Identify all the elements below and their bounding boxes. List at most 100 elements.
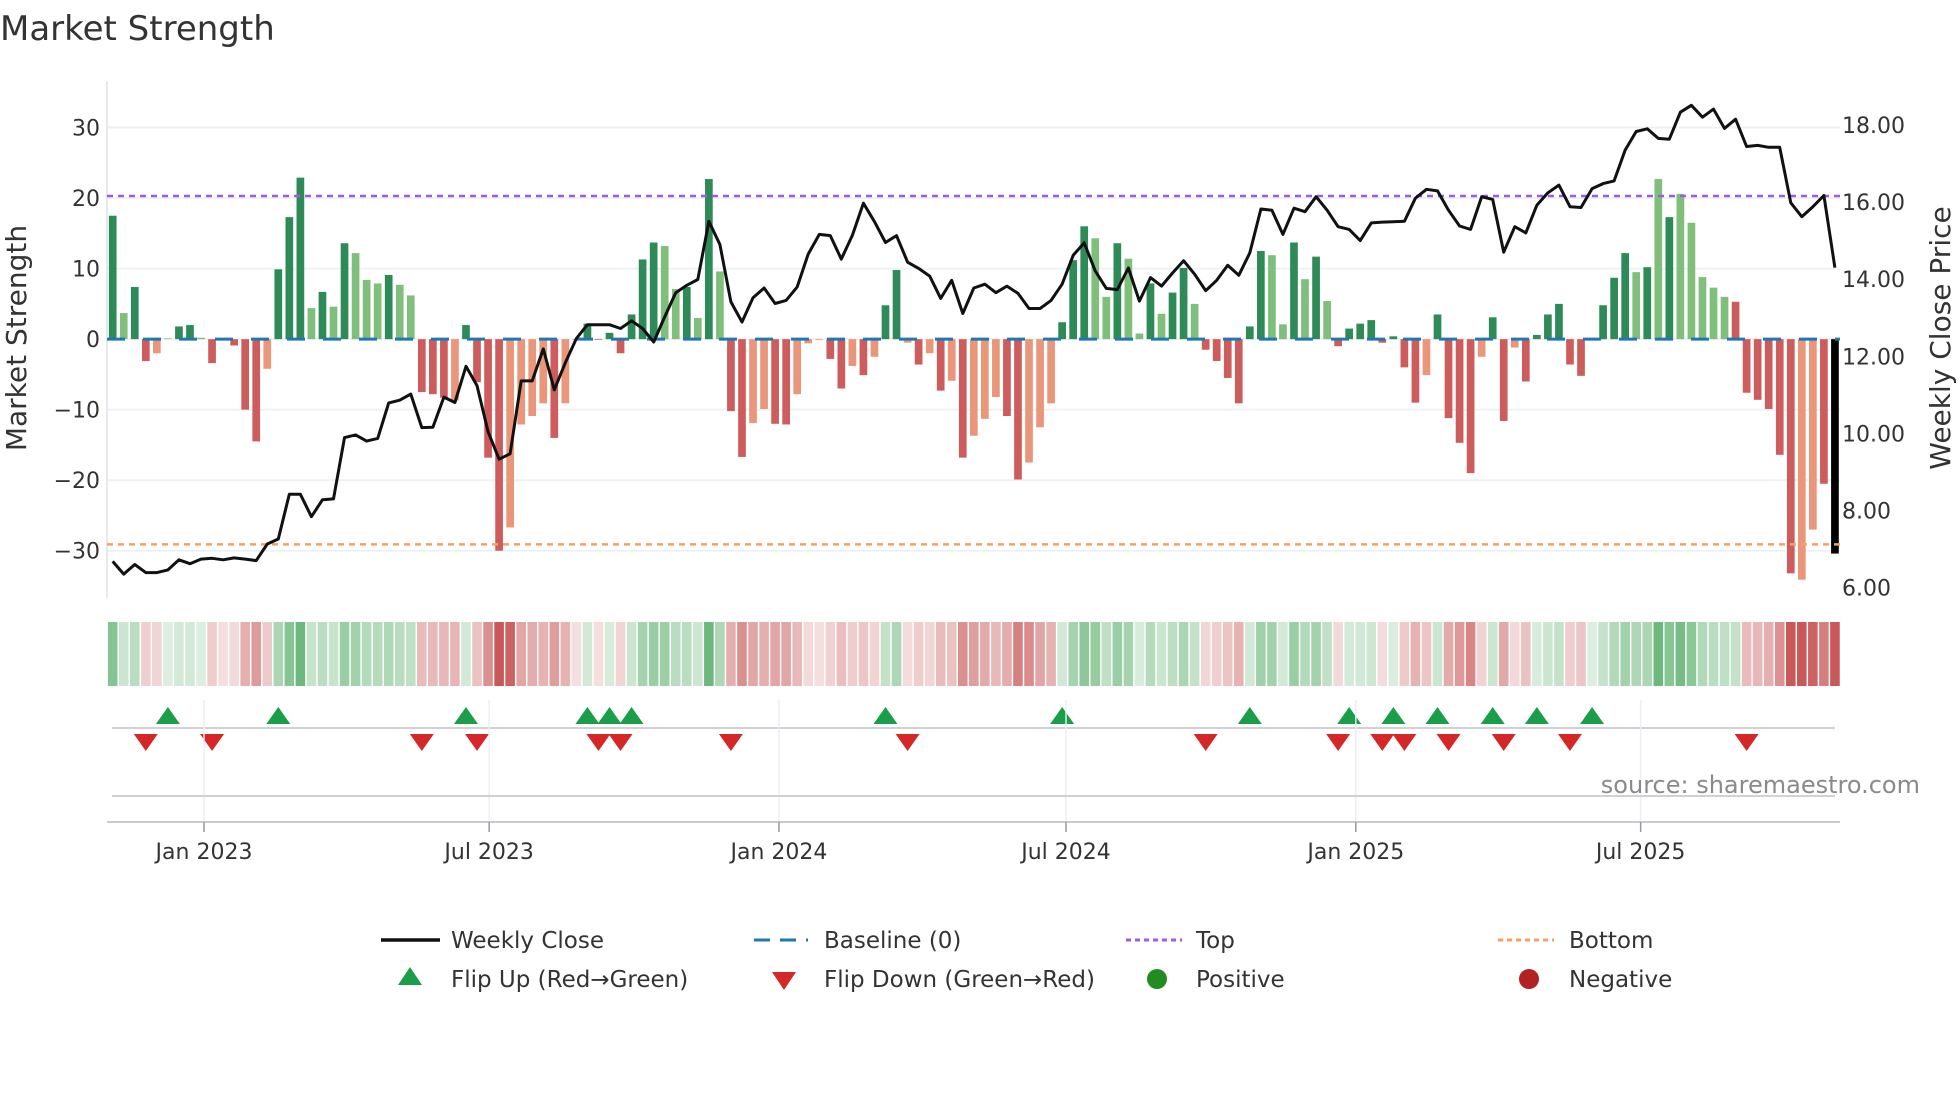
strip-cell [1322, 622, 1332, 686]
strength-bar [1091, 238, 1100, 340]
strip-cell [1090, 622, 1101, 686]
strip-cell [461, 622, 471, 686]
strip-cell [339, 622, 350, 686]
legend-label: Baseline (0) [824, 928, 961, 954]
strip-cell [129, 622, 140, 686]
strip-cell [935, 622, 946, 686]
strength-bar [1135, 333, 1144, 340]
flip-down-marker [1557, 734, 1582, 751]
strip-cell [118, 622, 129, 686]
strength-bar [440, 339, 448, 398]
strip-cell [262, 622, 273, 686]
strength-bar [1179, 267, 1188, 340]
strip-cell [792, 622, 802, 686]
strip-cell [847, 622, 858, 686]
strip-cell [1498, 622, 1509, 686]
strip-cell [1123, 622, 1134, 686]
strength-bar [594, 339, 603, 340]
x-tick-label: Jul 2025 [1594, 840, 1686, 865]
strip-cell [924, 622, 935, 686]
strip-cell [781, 622, 791, 686]
strip-cell [659, 622, 670, 686]
strength-bar [649, 242, 658, 340]
strip-cell [560, 622, 571, 686]
strip-cell [571, 622, 582, 686]
strength-bar [429, 339, 437, 395]
strength-bar [164, 338, 172, 340]
x-tick-label: Jul 2023 [442, 840, 534, 865]
strength-bar [1113, 243, 1122, 340]
strip-cell [770, 622, 780, 686]
strip-cell [1233, 622, 1244, 686]
flip-up-marker [1480, 707, 1505, 724]
strength-bar [1698, 277, 1707, 340]
strip-cell [1388, 622, 1399, 686]
flip-up-marker [155, 707, 180, 724]
strip-cell [748, 622, 758, 686]
strip-cell [350, 622, 361, 686]
strength-bar [1201, 339, 1210, 350]
strength-bar [947, 339, 956, 381]
strength-heat-strip [107, 622, 1840, 686]
strength-bar [373, 283, 382, 340]
strip-cell [1609, 622, 1619, 686]
strength-bar [1223, 339, 1232, 378]
strength-bar [495, 339, 503, 551]
flip-up-marker [453, 707, 478, 724]
strength-bar [1654, 179, 1663, 340]
strip-cell [450, 622, 460, 686]
strip-cell [1289, 622, 1299, 686]
strength-bar [362, 279, 371, 340]
strip-cell [1476, 622, 1487, 686]
strip-cell [1355, 622, 1366, 686]
strip-cell [1377, 622, 1388, 686]
strength-bar [1720, 296, 1729, 340]
strip-cell [284, 622, 295, 686]
strip-cell [681, 622, 692, 686]
strip-cell [1178, 622, 1189, 686]
strength-bar [936, 339, 945, 391]
legend-item-top: Top [1126, 928, 1235, 954]
strip-cell [174, 622, 184, 686]
strength-bar [351, 253, 360, 340]
strip-cell [1156, 622, 1167, 686]
strip-cell [1554, 622, 1564, 686]
flip-up-marker [873, 707, 898, 724]
strip-cell [1200, 622, 1211, 686]
strip-cell [1245, 622, 1255, 686]
flip-up-marker [1337, 707, 1362, 724]
x-axis: Jan 2023 Jul 2023 Jan 2024 Jul 2024 Jan 2025… [107, 700, 1840, 865]
flip-down-marker [608, 734, 633, 751]
strip-cell [1366, 622, 1377, 686]
strip-cell [1785, 622, 1796, 686]
strength-bar [914, 339, 923, 365]
strip-cell [1521, 622, 1531, 686]
strip-cell [980, 622, 990, 686]
strength-bar [1245, 326, 1254, 340]
strength-bar [1555, 303, 1563, 340]
flip-markers [112, 707, 1835, 751]
strength-bar [395, 284, 404, 340]
strip-cell [383, 622, 394, 686]
strip-cell [670, 622, 681, 686]
strength-bar [1577, 339, 1585, 376]
legend-item-flip-down: Flip Down (Green→Red) [772, 967, 1095, 993]
strip-cell [1752, 622, 1763, 686]
strength-bar [1820, 339, 1828, 484]
strip-cell [549, 622, 560, 686]
strip-cell [1741, 622, 1752, 686]
legend-item-positive: Positive [1147, 967, 1285, 993]
flip-down-marker [1370, 734, 1395, 751]
strength-bar [1488, 317, 1497, 340]
strength-bar [1610, 277, 1618, 340]
strip-cell [372, 622, 383, 686]
strip-cell [1134, 622, 1145, 686]
strip-cell [1543, 622, 1553, 686]
strip-cell [1399, 622, 1410, 686]
strip-cell [991, 622, 1001, 686]
strength-bar [1533, 334, 1541, 340]
flip-down-marker [895, 734, 920, 751]
y-axis-title: Market Strength [0, 225, 33, 451]
strength-bar [1775, 339, 1784, 455]
strip-cell [1432, 622, 1443, 686]
